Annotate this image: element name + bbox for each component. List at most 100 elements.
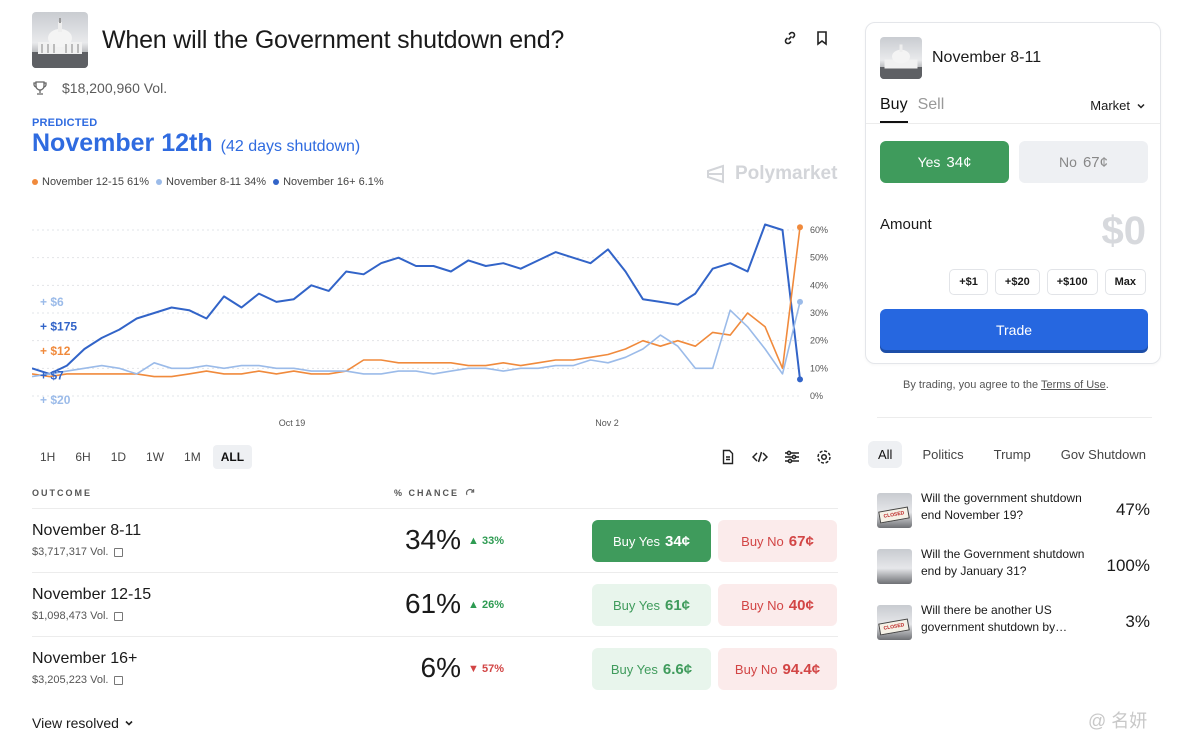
outcome-percent: 34%: [404, 524, 461, 555]
tab-trump[interactable]: Trump: [984, 441, 1041, 468]
capitol-thumbnail: [32, 12, 88, 68]
corner-watermark: @ 名妍: [1088, 711, 1148, 731]
change-value: 57%: [481, 663, 504, 675]
capitol-thumbnail: [880, 37, 922, 79]
no-outcome-button[interactable]: No 67¢: [1019, 141, 1148, 183]
legend-item-nov-8-11: November 8-11 34%: [156, 176, 266, 188]
trophy-icon: [33, 81, 47, 95]
buy-no-label: Buy No: [741, 533, 784, 549]
range-1d[interactable]: 1D: [103, 445, 134, 469]
related-market-item[interactable]: CLOSED Will there be another US governme…: [877, 602, 1153, 646]
change-value: 33%: [481, 535, 504, 547]
amount-input[interactable]: $0: [1102, 209, 1147, 254]
page-title: When will the Government shutdown end?: [102, 25, 565, 54]
yes-price: 34¢: [946, 153, 972, 171]
related-market-percent: 47%: [1115, 500, 1150, 519]
outcome-row-nov-12-15[interactable]: November 12-15 $1,098,473 Vol. 61% ▲ 26%…: [32, 572, 838, 636]
view-resolved-button[interactable]: View resolved: [32, 715, 134, 731]
trade-button[interactable]: Trade: [880, 309, 1148, 350]
settings-gear-icon[interactable]: [816, 449, 832, 465]
buy-no-button[interactable]: Buy No 40¢: [718, 584, 837, 626]
terms-suffix: .: [1105, 379, 1109, 391]
range-1h[interactable]: 1H: [32, 445, 63, 469]
amount-chips: +$1 +$20 +$100 Max: [949, 269, 1146, 295]
outcome-name: November 16+: [32, 650, 138, 667]
terms-of-use-link[interactable]: Terms of Use: [1041, 379, 1106, 391]
y-tick-label: 30%: [810, 308, 828, 318]
sliders-icon[interactable]: [784, 449, 800, 465]
related-market-title: Will the government shutdown end Novembe…: [921, 491, 1082, 522]
outcome-volume: $3,205,223 Vol.: [32, 674, 124, 686]
buy-no-price: 67¢: [788, 532, 814, 550]
outcome-name: November 12-15: [32, 586, 152, 603]
legend-dot: [32, 179, 38, 185]
link-icon[interactable]: [782, 30, 798, 46]
chart-legend: November 12-15 61% November 8-11 34% Nov…: [32, 176, 384, 188]
buy-yes-price: 6.6¢: [662, 660, 693, 678]
closed-sign-image: CLOSED: [878, 506, 910, 524]
amount-label: Amount: [880, 216, 932, 233]
yes-label: Yes: [917, 154, 941, 170]
outcome-volume: $1,098,473 Vol.: [32, 610, 124, 622]
buy-yes-button[interactable]: Buy Yes 6.6¢: [592, 648, 711, 690]
order-type-dropdown[interactable]: Market: [1090, 98, 1146, 113]
bookmark-icon[interactable]: [814, 30, 830, 46]
chip-plus-20[interactable]: +$20: [994, 269, 1040, 295]
x-tick-label: Nov 2: [595, 418, 619, 428]
trade-annotation: + $20: [40, 393, 71, 407]
legend-dot: [273, 179, 280, 185]
related-market-title: Will there be another US government shut…: [921, 603, 1068, 634]
tab-gov-shutdown[interactable]: Gov Shutdown: [1051, 441, 1156, 468]
outcome-percent: 61%: [404, 588, 461, 619]
y-tick-label: 40%: [810, 280, 828, 290]
terms-prefix: By trading, you agree to the: [903, 379, 1041, 391]
y-tick-label: 50%: [810, 253, 828, 263]
buy-no-button[interactable]: Buy No 67¢: [718, 520, 837, 562]
series-endpoint: [797, 224, 803, 231]
predicted-outcome: November 12th (42 days shutdown): [32, 129, 360, 158]
buy-yes-button[interactable]: Buy Yes 61¢: [592, 584, 711, 626]
outcome-table-header: OUTCOME % CHANCE: [32, 488, 838, 498]
range-1m[interactable]: 1M: [176, 445, 209, 469]
tab-politics[interactable]: Politics: [912, 441, 973, 468]
price-chart[interactable]: 60% 50% 40% 30% 20% 10% 0% Oct 19 Nov 2 + $6 + $…: [32, 215, 842, 435]
series-endpoint: [797, 376, 803, 383]
trade-panel: November 8-11 Buy Sell Market Yes 34¢ No 6…: [865, 22, 1161, 364]
legend-label: November 8-11 34%: [166, 176, 267, 188]
refresh-icon[interactable]: [465, 488, 475, 498]
closed-sign-image: CLOSED: [878, 618, 910, 636]
chip-plus-100[interactable]: +$100: [1046, 269, 1098, 295]
chance-column-header: % CHANCE: [394, 488, 475, 498]
chance-header-label: % CHANCE: [394, 488, 460, 498]
yes-outcome-button[interactable]: Yes 34¢: [880, 141, 1009, 183]
range-6h[interactable]: 6H: [67, 445, 98, 469]
related-market-item[interactable]: Will the Government shutdown end by Janu…: [877, 546, 1153, 590]
calendar-icon: [114, 547, 124, 557]
chip-max[interactable]: Max: [1104, 269, 1146, 295]
document-icon[interactable]: [720, 449, 736, 465]
outcome-row-nov-16-plus[interactable]: November 16+ $3,205,223 Vol. 6% ▼ 57% Bu…: [32, 636, 838, 700]
buy-yes-button[interactable]: Buy Yes 34¢: [592, 520, 711, 562]
chip-plus-1[interactable]: +$1: [949, 269, 988, 295]
tab-all[interactable]: All: [868, 441, 903, 468]
calendar-icon: [114, 611, 124, 621]
code-icon[interactable]: [751, 449, 769, 465]
buy-no-button[interactable]: Buy No 94.4¢: [718, 648, 837, 690]
related-market-item[interactable]: CLOSED Will the government shutdown end …: [877, 490, 1153, 534]
series-endpoint: [797, 298, 803, 305]
polymarket-logo-icon: [707, 164, 724, 184]
y-tick-label: 60%: [810, 225, 828, 235]
range-1w[interactable]: 1W: [138, 445, 172, 469]
buy-yes-label: Buy Yes: [612, 533, 660, 549]
legend-label: November 12-15 61%: [42, 176, 150, 188]
no-label: No: [1059, 154, 1077, 170]
tab-sell[interactable]: Sell: [918, 96, 945, 123]
outcome-row-nov-8-11[interactable]: November 8-11 $3,717,317 Vol. 34% ▲ 33% …: [32, 508, 838, 572]
buy-no-price: 94.4¢: [782, 660, 821, 678]
related-market-title: Will the Government shutdown end by Janu…: [921, 547, 1085, 578]
tab-buy[interactable]: Buy: [880, 96, 908, 123]
buy-yes-label: Buy Yes: [612, 597, 660, 613]
market-header: When will the Government shutdown end?: [32, 12, 564, 68]
related-market-thumbnail: CLOSED: [877, 605, 912, 640]
range-all[interactable]: ALL: [212, 445, 253, 469]
